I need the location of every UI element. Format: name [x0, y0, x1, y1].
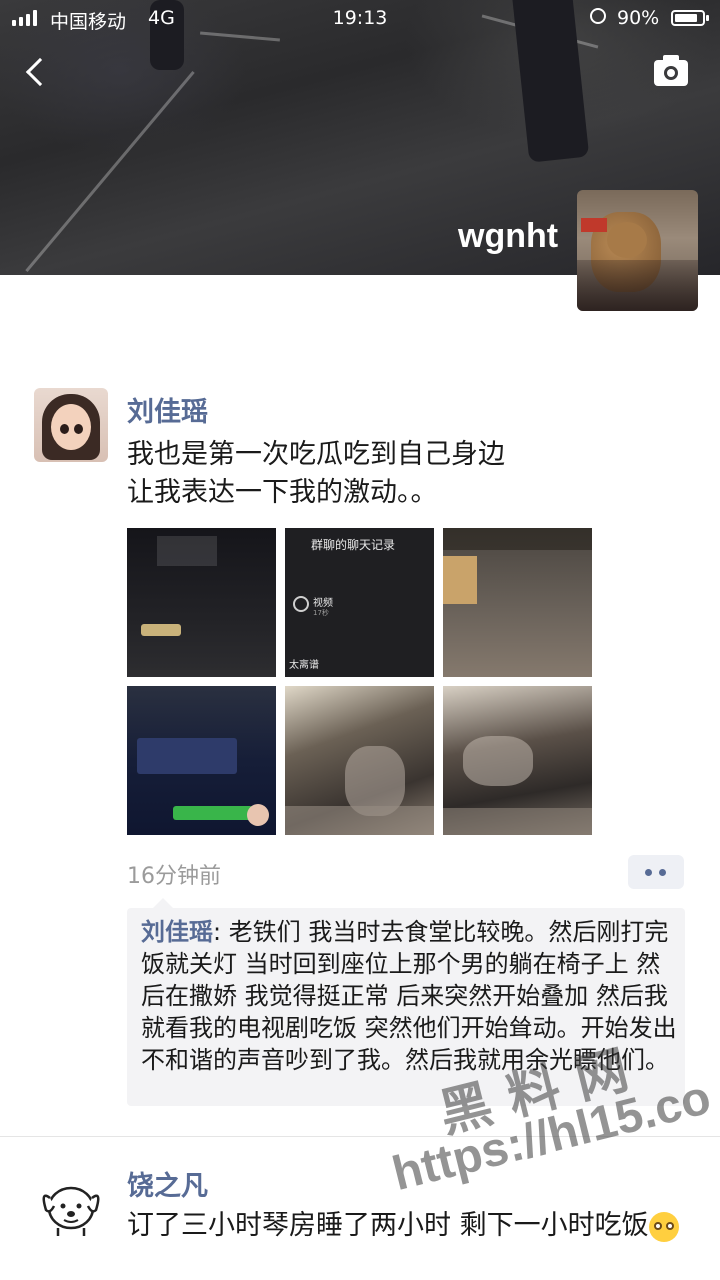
- play-icon: [293, 596, 309, 612]
- orientation-lock-icon: [590, 8, 606, 24]
- image-thumbnail[interactable]: 群聊的聊天记录 视频 17秒 太离谱: [285, 528, 434, 677]
- author-name[interactable]: 饶之凡: [127, 1164, 208, 1203]
- battery-percent: 90%: [617, 7, 660, 29]
- back-icon[interactable]: [25, 57, 55, 87]
- status-bar: 中国移动 4G 19:13 90%: [0, 0, 720, 38]
- avatar-detail: [581, 218, 607, 232]
- post-timestamp: 16分钟前: [127, 864, 221, 889]
- comment-author[interactable]: 刘佳瑶: [141, 918, 213, 946]
- battery-icon: [671, 10, 709, 26]
- image-thumbnail[interactable]: [443, 686, 592, 835]
- camera-icon[interactable]: [654, 55, 688, 86]
- road-line: [25, 70, 195, 273]
- image-thumbnail[interactable]: [127, 528, 276, 677]
- image-grid: 群聊的聊天记录 视频 17秒 太离谱: [127, 528, 593, 836]
- avatar-detail: [577, 260, 698, 311]
- post-text-line: 我也是第一次吃瓜吃到自己身边: [127, 439, 505, 470]
- author-avatar[interactable]: [34, 388, 108, 462]
- author-name[interactable]: 刘佳瑶: [127, 390, 208, 429]
- thumbnail-caption: 群聊的聊天记录: [311, 538, 396, 552]
- dog-avatar-icon[interactable]: [34, 1168, 108, 1242]
- image-thumbnail[interactable]: [285, 686, 434, 835]
- profile-avatar[interactable]: [577, 190, 698, 311]
- thumbnail-caption: 17秒: [313, 609, 329, 617]
- post-text-line: 让我表达一下我的激动。。: [127, 477, 438, 508]
- image-thumbnail[interactable]: [127, 686, 276, 835]
- more-options-button[interactable]: [628, 855, 684, 889]
- post-text: 我也是第一次吃瓜吃到自己身边 让我表达一下我的激动。。: [127, 436, 505, 512]
- clock: 19:13: [332, 7, 388, 29]
- image-thumbnail[interactable]: [443, 528, 592, 677]
- dizzy-face-emoji-icon: [648, 1211, 679, 1242]
- thumbnail-caption: 太离谱: [289, 660, 319, 671]
- thumbnail-caption: 视频: [313, 598, 333, 609]
- profile-username: wgnht: [458, 217, 559, 255]
- comment-colon: :: [213, 918, 229, 946]
- post-text-content: 订了三小时琴房睡了两小时 剩下一小时吃饭: [127, 1210, 649, 1241]
